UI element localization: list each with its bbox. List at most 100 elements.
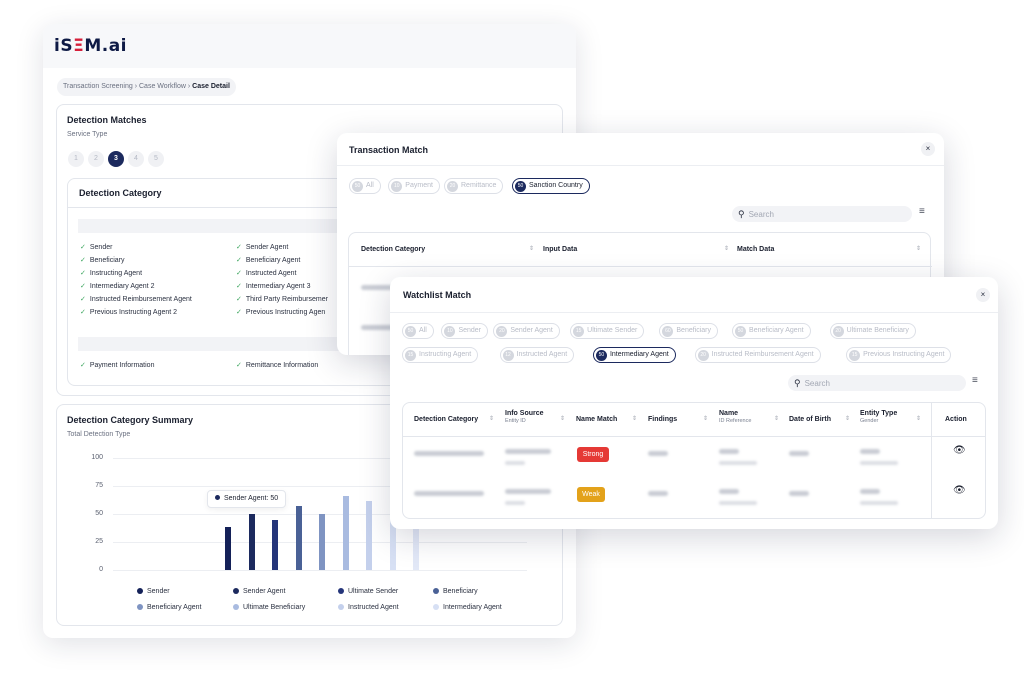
filter-chip-ultimate-sender[interactable]: 15 Ultimate Sender [570,323,645,339]
filter-chip-all[interactable]: 50 All [402,323,434,339]
bar-beneficiary-agent[interactable] [319,514,325,570]
col-detection-category[interactable]: Detection Category [414,416,478,423]
filter-chip-instructed-reimbursement-agent[interactable]: 20 Instructed Reimbursement Agent [694,347,821,363]
col-date-of-birth[interactable]: Date of Birth [789,416,831,423]
app-logo[interactable]: iSΞM.ai [54,36,127,56]
search-icon: ⚲ [794,378,801,388]
redacted-cell [414,451,484,456]
sort-icon[interactable]: ⇕ [845,415,850,422]
redacted-cell [860,501,898,505]
bar-ultimate-beneficiary[interactable] [342,496,349,570]
watchlist-item-instructing-agent: ✓ Instructing Agent [80,270,143,277]
filter-chip-all[interactable]: 50 All [349,178,381,194]
sort-icon[interactable]: ⇕ [703,415,708,422]
transaction-match-title: Transaction Match [349,145,429,155]
watchlist-item-sender-agent: ✓ Sender Agent [236,244,289,251]
watchlist-item-previous-instructing-agent-2: ✓ Previous Instructing Agent 2 [80,309,178,316]
watchlist-search-input[interactable]: ⚲ Search [788,375,966,391]
redacted-cell [860,489,880,494]
step-3[interactable]: 3 [108,151,124,167]
legend-intermediary-agent[interactable]: Intermediary Agent [433,604,502,611]
chart-tooltip: Sender Agent: 50 [207,490,287,508]
filter-chip-previous-instructing-agent[interactable]: 15 Previous Instructing Agent [846,347,952,363]
watchlist-table: Detection Category ⇕ Info Source Entity I… [402,402,986,519]
transaction-item-remittance-information: ✓ Remittance Information [236,362,319,369]
filter-chip-sanction-country[interactable]: 50 Sanction Country [512,178,590,194]
watchlist-item-instructed-reimbursement-agent: ✓ Instructed Reimbursement Agent [80,296,192,303]
legend-beneficiary-agent[interactable]: Beneficiary Agent [137,604,201,611]
gridline [113,570,527,571]
detection-matches-title: Detection Matches [67,115,147,125]
redacted-cell [860,461,898,465]
sort-icon[interactable]: ⇕ [632,415,637,422]
watchlist-match-modal: Watchlist Match × 50 All 10 Sender 20 Sender … [390,277,998,529]
sort-icon[interactable]: ⇕ [724,245,729,252]
step-2[interactable]: 2 [88,151,104,167]
col-name-match[interactable]: Name Match [576,416,617,423]
view-eye-icon[interactable]: 👁 [953,485,966,496]
legend-sender[interactable]: Sender [137,588,170,595]
close-icon[interactable]: × [976,288,990,302]
search-icon: ⚲ [738,209,745,219]
filter-chip-sender-agent[interactable]: 20 Sender Agent [493,323,560,339]
redacted-cell [414,491,484,496]
watchlist-item-sender: ✓ Sender [80,244,113,251]
view-eye-icon[interactable]: 👁 [953,445,966,456]
col-action: Action [945,416,967,423]
redacted-cell [719,449,739,454]
legend-ultimate-sender[interactable]: Ultimate Sender [338,588,398,595]
filter-icon[interactable]: ≡ [972,375,978,386]
sort-icon[interactable]: ⇕ [774,415,779,422]
watchlist-item-previous-instructing-agen: ✓ Previous Instructing Agen [236,309,326,316]
redacted-cell [789,491,809,496]
bar-beneficiary[interactable] [295,506,302,570]
col-info-source[interactable]: Info Source Entity ID [505,410,544,424]
col-detection-category[interactable]: Detection Category [361,246,425,253]
col-name[interactable]: Name ID Reference [719,410,751,424]
redacted-cell [719,461,757,465]
bar-sender-agent[interactable] [248,514,255,570]
sort-icon[interactable]: ⇕ [489,415,494,422]
col-findings[interactable]: Findings [648,416,677,423]
watchlist-item-intermediary-agent-2: ✓ Intermediary Agent 2 [80,283,155,290]
bar-sender[interactable] [225,527,231,570]
col-input-data[interactable]: Input Data [543,246,577,253]
watchlist-item-third-party-reimbursemer: ✓ Third Party Reimbursemer [236,296,328,303]
legend-ultimate-beneficiary[interactable]: Ultimate Beneficiary [233,604,305,611]
filter-chip-sender[interactable]: 10 Sender [441,323,489,339]
watchlist-match-title: Watchlist Match [403,290,472,300]
name-match-badge: Strong [577,447,609,462]
filter-chip-instructed-agent[interactable]: 12 Instructed Agent [499,347,575,363]
col-entity-type[interactable]: Entity Type Gender [860,410,897,424]
filter-chip-remittance[interactable]: 20 Remittance [444,178,504,194]
filter-chip-ultimate-beneficiary[interactable]: 20 Ultimate Beneficiary [829,323,916,339]
watchlist-item-intermediary-agent-3: ✓ Intermediary Agent 3 [236,283,311,290]
close-icon[interactable]: × [921,142,935,156]
step-1[interactable]: 1 [68,151,84,167]
filter-chip-beneficiary[interactable]: 60 Beneficiary [659,323,719,339]
breadcrumb[interactable]: Transaction Screening › Case Workflow › … [57,78,236,96]
filter-chip-intermediary-agent[interactable]: 50 Intermediary Agent [592,347,676,363]
bar-instructed-agent[interactable] [366,500,372,570]
bar-ultimate-sender[interactable] [272,519,278,570]
legend-beneficiary[interactable]: Beneficiary [433,588,478,595]
filter-icon[interactable]: ≡ [919,206,925,217]
legend-instructed-agent[interactable]: Instructed Agent [338,604,399,611]
sort-icon[interactable]: ⇕ [916,245,921,252]
redacted-cell [719,489,739,494]
filter-chip-instructing-agent[interactable]: 15 Instructing Agent [402,347,479,363]
col-match-data[interactable]: Match Data [737,246,774,253]
sort-icon[interactable]: ⇕ [560,415,565,422]
step-5[interactable]: 5 [148,151,164,167]
sort-icon[interactable]: ⇕ [529,245,534,252]
bar-extra[interactable] [413,525,419,570]
redacted-cell [648,451,668,456]
redacted-cell [789,451,809,456]
filter-chip-payment[interactable]: 10 Payment [388,178,440,194]
filter-chip-beneficiary-agent[interactable]: 50 Beneficiary Agent [732,323,811,339]
app-header: iSΞM.ai [43,24,576,68]
sort-icon[interactable]: ⇕ [916,415,921,422]
transaction-search-input[interactable]: ⚲ Search [732,206,912,222]
step-4[interactable]: 4 [128,151,144,167]
legend-sender-agent[interactable]: Sender Agent [233,588,285,595]
